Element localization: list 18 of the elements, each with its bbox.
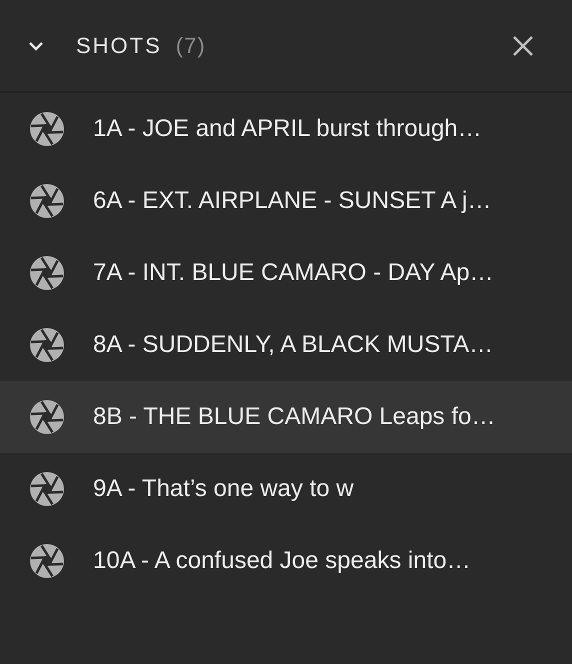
aperture-icon <box>30 472 64 506</box>
shot-item[interactable]: 9A - That’s one way to w <box>0 453 572 525</box>
shot-item[interactable]: 10A - A confused Joe speaks into… <box>0 525 572 597</box>
close-icon[interactable] <box>512 34 534 56</box>
panel-title: SHOTS <box>76 32 162 58</box>
aperture-icon <box>30 256 64 290</box>
shot-count: (7) <box>176 32 206 58</box>
chevron-down-icon[interactable] <box>28 40 44 50</box>
aperture-icon <box>30 328 64 362</box>
aperture-icon <box>30 112 64 146</box>
shot-item[interactable]: 8A - SUDDENLY, A BLACK MUSTA… <box>0 309 572 381</box>
shot-item[interactable]: 6A - EXT. AIRPLANE - SUNSET A j… <box>0 165 572 237</box>
aperture-icon <box>30 544 64 578</box>
aperture-icon <box>30 184 64 218</box>
shot-item[interactable]: 7A - INT. BLUE CAMARO - DAY Ap… <box>0 237 572 309</box>
shot-item[interactable]: 1A - JOE and APRIL burst through… <box>0 93 572 165</box>
aperture-icon <box>30 400 64 434</box>
shot-item[interactable]: 8B - THE BLUE CAMARO Leaps fo… <box>0 381 572 453</box>
